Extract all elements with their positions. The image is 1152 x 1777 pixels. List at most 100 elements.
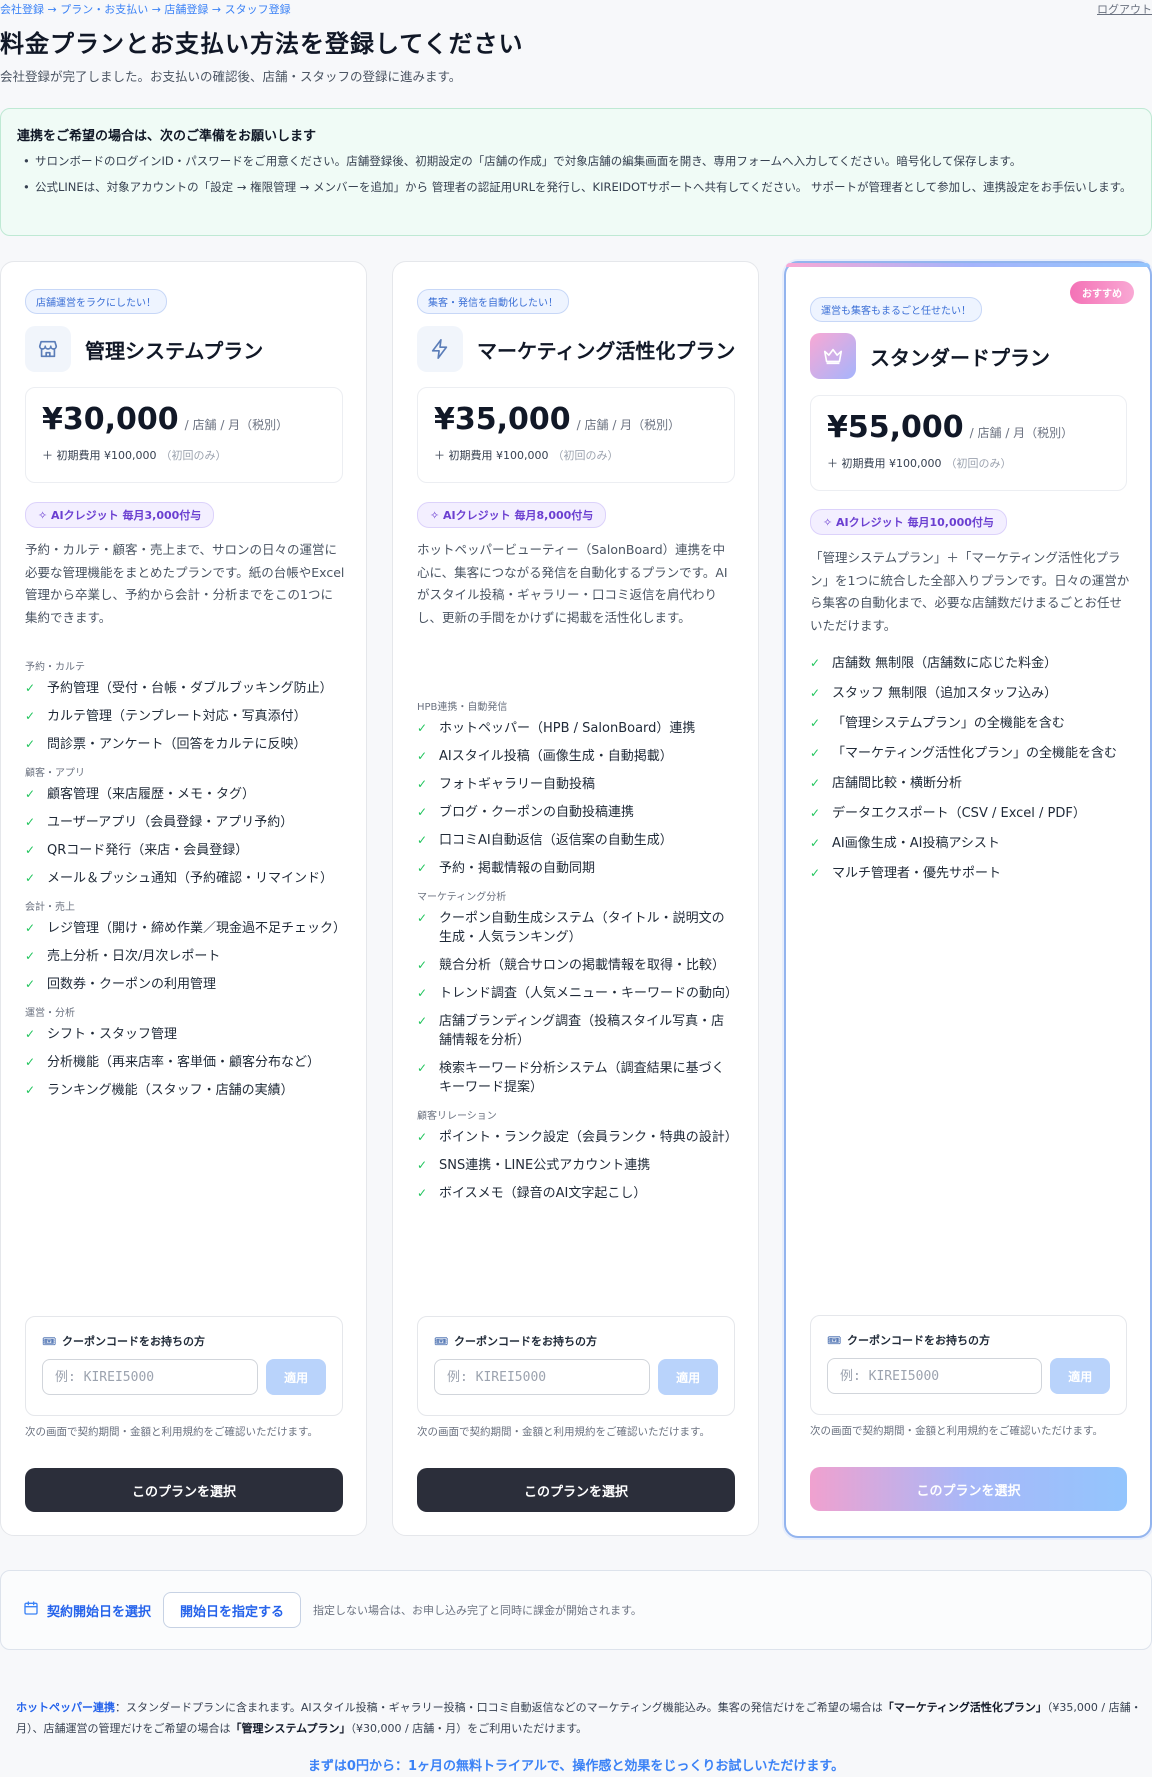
check-icon: ✓	[417, 749, 428, 763]
check-icon: ✓	[810, 866, 821, 880]
plan-card-management: 店舗運営をラクにしたい！ 管理システムプラン ¥30,000 / 店舗 / 月（…	[0, 261, 367, 1536]
notice-list: サロンボードのログインID・パスワードをご用意ください。店舗登録後、初期設定の「…	[17, 152, 1135, 196]
check-icon: ✓	[25, 681, 36, 695]
select-plan-button[interactable]: このプランを選択	[25, 1468, 343, 1512]
coupon-input[interactable]	[827, 1358, 1043, 1394]
plan-card-marketing: 集客・発信を自動化したい！ マーケティング活性化プラン ¥35,000 / 店舗…	[392, 261, 759, 1536]
coupon-label: クーポンコードをお持ちの方	[61, 1335, 205, 1348]
select-plan-button[interactable]: このプランを選択	[810, 1467, 1127, 1511]
ai-credit-badge: ✧ AIクレジット 毎月3,000付与	[25, 502, 215, 528]
feature-item: ✓ 店舗ブランディング調査（投稿スタイル写真・店舗情報を分析）	[417, 1014, 725, 1048]
footer-note: ホットペッパー連携：スタンダードプランに含まれます。AIスタイル投稿・ギャラリー…	[16, 1701, 1142, 1735]
section-label: HPB連携・自動発信	[417, 702, 508, 713]
select-plan-button[interactable]: このプランを選択	[417, 1468, 735, 1512]
section-label: 予約・カルテ	[25, 662, 85, 673]
price-box: ¥35,000 / 店舗 / 月（税別） ＋ 初期費用 ¥100,000 （初回の…	[417, 387, 735, 483]
check-icon: ✓	[417, 911, 428, 925]
plan-tag: 集客・発信を自動化したい！	[417, 289, 569, 314]
check-icon: ✓	[810, 806, 821, 820]
check-icon: ✓	[25, 921, 36, 935]
recommended-badge: おすすめ	[1070, 281, 1134, 304]
check-icon: ✓	[417, 986, 428, 1000]
check-icon: ✓	[417, 1186, 428, 1200]
check-icon: ✓	[810, 776, 821, 790]
plan-tag: 店舗運営をラクにしたい！	[25, 289, 167, 314]
sparkle-icon: ✧	[430, 509, 444, 522]
check-icon: ✓	[417, 805, 428, 819]
check-icon: ✓	[417, 1130, 428, 1144]
section-label: マーケティング分析	[417, 892, 507, 903]
price-unit: / 店舗 / 月（税別）	[184, 418, 289, 432]
ticket-icon: 🎟	[434, 1334, 448, 1348]
check-icon: ✓	[417, 861, 428, 875]
coupon-box: 🎟 クーポンコードをお持ちの方 適用	[25, 1316, 343, 1416]
check-icon: ✓	[25, 815, 36, 829]
crown-icon	[810, 333, 856, 379]
coupon-input[interactable]	[434, 1359, 651, 1395]
check-icon: ✓	[25, 1055, 36, 1069]
ai-credit-badge: ✧ AIクレジット 毎月8,000付与	[417, 502, 607, 528]
sparkle-icon: ✧	[38, 509, 52, 522]
calendar-icon	[23, 1600, 39, 1620]
bolt-icon	[417, 326, 463, 372]
feature-list: HPB連携・自動発信 ✓ ホットペッパー（HPB / SalonBoard）連携 …	[417, 688, 739, 1212]
plan-header: マーケティング活性化プラン	[417, 326, 735, 372]
price-box: ¥55,000 / 店舗 / 月（税別） ＋ 初期費用 ¥100,000 （初回の…	[810, 395, 1127, 491]
feature-item: ✓ データエクスポート（CSV / Excel / PDF）	[810, 806, 1086, 821]
plan-card-standard: おすすめ 運営も集客もまるごと任せたい！ スタンダードプラン ¥55,000 /…	[784, 261, 1152, 1538]
plan-tag: 運営も集客もまるごと任せたい！	[810, 297, 982, 322]
check-icon: ✓	[417, 777, 428, 791]
feature-item: ✓ 顧客管理（来店履歴・メモ・タグ）	[25, 787, 256, 802]
price-unit: / 店舗 / 月（税別）	[576, 418, 681, 432]
feature-item: ✓ ポイント・ランク設定（会員ランク・特典の設計）	[417, 1130, 738, 1145]
feature-item: ✓ 店舗間比較・横断分析	[810, 776, 963, 791]
coupon-label: クーポンコードをお持ちの方	[846, 1334, 990, 1347]
plan-description: 予約・カルテ・顧客・売上まで、サロンの日々の運営に必要な管理機能をまとめたプラン…	[25, 542, 345, 625]
feature-item: ✓ トレンド調査（人気メニュー・キーワードの動向）	[417, 986, 739, 1001]
apply-coupon-button[interactable]: 適用	[658, 1359, 718, 1395]
feature-item: ✓ AI画像生成・AI投稿アシスト	[810, 836, 1000, 851]
apply-coupon-button[interactable]: 適用	[1050, 1358, 1110, 1394]
coupon-box: 🎟 クーポンコードをお持ちの方 適用	[417, 1316, 735, 1416]
initial-fee: ＋ 初期費用 ¥100,000 （初回のみ）	[42, 449, 227, 462]
check-icon: ✓	[25, 709, 36, 723]
section-label: 運営・分析	[25, 1008, 75, 1019]
notice-item: 公式LINEは、対象アカウントの「設定 → 権限管理 → メンバーを追加」から …	[17, 178, 1135, 196]
plan-name: スタンダードプラン	[870, 345, 1050, 370]
store-icon	[25, 326, 71, 372]
feature-item: ✓ 売上分析・日次/月次レポート	[25, 949, 221, 964]
check-icon: ✓	[25, 871, 36, 885]
contract-start-box: 契約開始日を選択 開始日を指定する 指定しない場合は、お申し込み完了と同時に課金…	[0, 1570, 1152, 1650]
check-icon: ✓	[417, 1061, 428, 1075]
feature-item: ✓ ランキング機能（スタッフ・店舗の実績）	[25, 1083, 294, 1098]
check-icon: ✓	[25, 949, 36, 963]
coupon-input[interactable]	[42, 1359, 259, 1395]
feature-list: ✓ 店舗数 無制限（店舗数に応じた料金） ✓ スタッフ 無制限（追加スタッフ込み） …	[810, 654, 1130, 894]
check-icon: ✓	[25, 1027, 36, 1041]
logout-link[interactable]: ログアウト	[1097, 1, 1152, 17]
price-box: ¥30,000 / 店舗 / 月（税別） ＋ 初期費用 ¥100,000 （初回の…	[25, 387, 343, 483]
check-icon: ✓	[417, 1014, 428, 1028]
feature-item: ✓ 検索キーワード分析システム（調査結果に基づくキーワード提案）	[417, 1061, 725, 1095]
integration-notice: 連携をご希望の場合は、次のご準備をお願いします サロンボードのログインID・パス…	[0, 108, 1152, 236]
check-icon: ✓	[25, 787, 36, 801]
plan-description: 「管理システムプラン」＋「マーケティング活性化プラン」を1つに統合した全部入りプ…	[810, 550, 1130, 633]
contract-note: 次の画面で契約期間・金額と利用規約をご確認いただけます。	[25, 1426, 318, 1438]
set-start-date-button[interactable]: 開始日を指定する	[163, 1592, 302, 1628]
feature-item: ✓ 「マーケティング活性化プラン」の全機能を含む	[810, 746, 1117, 761]
hotpepper-link[interactable]: ホットペッパー連携	[16, 1701, 115, 1714]
feature-item: ✓ クーポン自動生成システム（タイトル・説明文の生成・人気ランキング）	[417, 911, 725, 945]
notice-title: 連携をご希望の場合は、次のご準備をお願いします	[17, 129, 317, 144]
ai-credit-badge: ✧ AIクレジット 毎月10,000付与	[810, 509, 1007, 535]
start-date-hint: 指定しない場合は、お申し込み完了と同時に課金が開始されます。	[313, 1604, 642, 1617]
breadcrumb[interactable]: 会社登録 → プラン・お支払い → 店舗登録 → スタッフ登録	[0, 1, 291, 17]
coupon-label: クーポンコードをお持ちの方	[453, 1335, 597, 1348]
feature-item: ✓ 回数券・クーポンの利用管理	[25, 977, 217, 992]
check-icon: ✓	[417, 1158, 428, 1172]
feature-item: ✓ 問診票・アンケート（回答をカルテに反映）	[25, 737, 307, 752]
apply-coupon-button[interactable]: 適用	[266, 1359, 326, 1395]
check-icon: ✓	[810, 836, 821, 850]
accent-bar	[786, 263, 1150, 267]
ticket-icon: 🎟	[42, 1334, 56, 1348]
check-icon: ✓	[810, 746, 821, 760]
